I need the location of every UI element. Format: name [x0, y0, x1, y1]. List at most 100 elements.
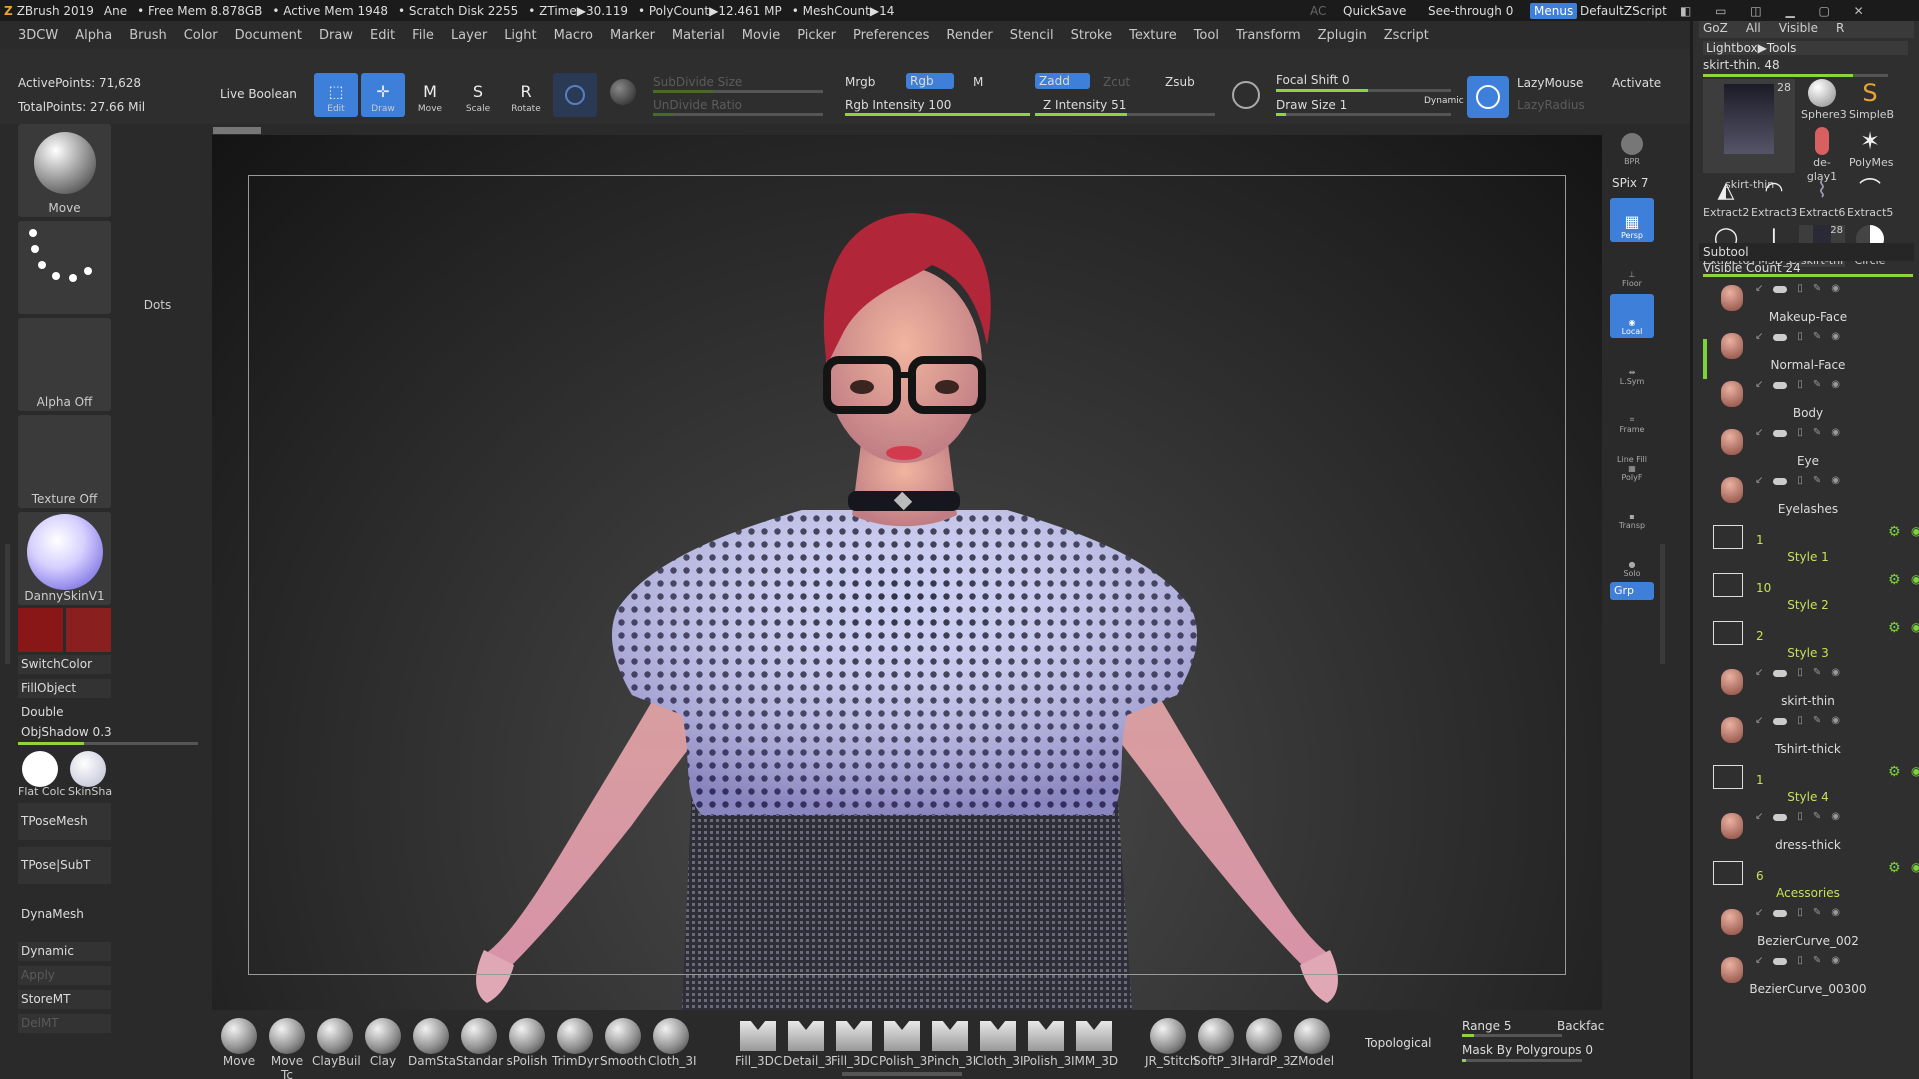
menu-layer[interactable]: Layer: [451, 28, 487, 43]
subtool-row[interactable]: ↙ ▯ ✎ ◉ BezierCurve_00300: [1703, 951, 1913, 999]
quicksave-button[interactable]: QuickSave: [1343, 4, 1406, 18]
subtool-edit-icon[interactable]: ↙: [1755, 475, 1763, 486]
brush-button[interactable]: Fill_3DC: [831, 1018, 878, 1068]
subtool-brush-icon[interactable]: ✎: [1813, 379, 1821, 390]
brush-button[interactable]: Fill_3DC: [735, 1018, 782, 1068]
subtool-row[interactable]: ↙ ▯ ✎ ◉ Makeup-Face: [1703, 279, 1913, 327]
transpose-icon[interactable]: [610, 79, 636, 105]
edit-button[interactable]: ⬚ Edit: [314, 73, 358, 117]
subtool-toggle-icon[interactable]: [1773, 814, 1788, 821]
tool-thumb-skirt-thin[interactable]: 28 skirt-thin: [1703, 79, 1795, 191]
topological-button[interactable]: Topological: [1365, 1036, 1432, 1050]
subtool-toggle-icon[interactable]: [1773, 286, 1788, 293]
current-tool-slider[interactable]: [1703, 74, 1888, 77]
menu-transform[interactable]: Transform: [1236, 28, 1301, 43]
subtool-row[interactable]: 1 ⚙ ◉ Style 1: [1703, 519, 1919, 567]
brush-button[interactable]: Polish_3: [1023, 1018, 1071, 1068]
brush-button[interactable]: SoftP_3I: [1193, 1018, 1241, 1068]
lightbox-tools-button[interactable]: Lightbox▶Tools: [1703, 41, 1908, 55]
seethrough-slider[interactable]: See-through 0: [1428, 4, 1513, 18]
move-button[interactable]: M Move: [408, 73, 452, 117]
subtool-edit-icon[interactable]: ↙: [1755, 667, 1763, 678]
rgb-button[interactable]: Rgb: [906, 73, 954, 89]
tool-thumb-de-glay1[interactable]: de-glay1: [1801, 127, 1843, 183]
subtool-edit-icon[interactable]: ↙: [1755, 379, 1763, 390]
lsym-button[interactable]: ⇹ L.Sym: [1610, 344, 1654, 388]
menu-brush[interactable]: Brush: [129, 28, 167, 43]
subtool-row[interactable]: ↙ ▯ ✎ ◉ Eyelashes: [1703, 471, 1913, 519]
brush-button[interactable]: Standar: [456, 1018, 503, 1068]
subtool-lock-icon[interactable]: ▯: [1797, 475, 1803, 486]
tool-thumb-polymes[interactable]: ✶ PolyMes: [1849, 127, 1894, 169]
dynamic-button[interactable]: Dynamic: [18, 942, 111, 961]
flat-color-material-icon[interactable]: [22, 751, 58, 787]
subtool-lock-icon[interactable]: ▯: [1797, 427, 1803, 438]
draw-size-slider[interactable]: [1276, 113, 1451, 116]
menu-zscript[interactable]: Zscript: [1384, 28, 1429, 43]
subtool-eye-icon[interactable]: ◉: [1831, 811, 1840, 822]
subtool-list-scroll[interactable]: [1703, 339, 1707, 379]
subdivide-size-slider[interactable]: [653, 90, 823, 93]
subtool-header[interactable]: Subtool: [1699, 243, 1914, 261]
subtool-edit-icon[interactable]: ↙: [1755, 427, 1763, 438]
subtool-edit-icon[interactable]: ↙: [1755, 331, 1763, 342]
backface-button[interactable]: Backfac: [1557, 1019, 1604, 1033]
subtool-toggle-icon[interactable]: [1773, 478, 1788, 485]
texture-selector[interactable]: Texture Off: [18, 415, 111, 508]
right-shelf-scroll[interactable]: [1660, 544, 1665, 664]
folder-icon[interactable]: [1713, 765, 1743, 789]
gizmo-button[interactable]: [553, 73, 597, 117]
goz-r-button[interactable]: R: [1836, 21, 1844, 38]
undivide-ratio-slider[interactable]: [653, 113, 823, 116]
subtool-row[interactable]: ↙ ▯ ✎ ◉ Eye: [1703, 423, 1913, 471]
menu-stroke[interactable]: Stroke: [1071, 28, 1112, 43]
menu-color[interactable]: Color: [184, 28, 218, 43]
subtool-row[interactable]: 1 ⚙ ◉ Style 4: [1703, 759, 1919, 807]
scale-button[interactable]: S Scale: [456, 73, 500, 117]
brush-button[interactable]: sPolish: [504, 1018, 550, 1068]
tool-thumb-extract2[interactable]: ◭ Extract2: [1703, 177, 1749, 219]
menu-preferences[interactable]: Preferences: [853, 28, 929, 43]
goz-all-button[interactable]: All: [1746, 21, 1761, 38]
subtool-lock-icon[interactable]: ▯: [1797, 811, 1803, 822]
subtool-toggle-icon[interactable]: [1773, 718, 1788, 725]
subtool-row[interactable]: 6 ⚙ ◉ Acessories: [1703, 855, 1919, 903]
activate-button[interactable]: Activate: [1612, 76, 1661, 90]
apply-button[interactable]: Apply: [18, 966, 111, 985]
rotate-button[interactable]: R Rotate: [504, 73, 548, 117]
focal-shift-slider[interactable]: [1276, 89, 1451, 92]
brush-selector[interactable]: Move: [18, 124, 111, 217]
folder-visibility-icon[interactable]: ◉: [1911, 764, 1919, 778]
objshadow-slider[interactable]: [18, 742, 198, 745]
subtool-edit-icon[interactable]: ↙: [1755, 811, 1763, 822]
left-tray-scroll[interactable]: [5, 544, 10, 664]
solo-button[interactable]: ● Solo: [1610, 536, 1654, 580]
subtool-eye-icon[interactable]: ◉: [1831, 475, 1840, 486]
bpr-button[interactable]: BPR: [1610, 124, 1654, 168]
brush-button[interactable]: Clay: [360, 1018, 406, 1068]
visible-count-slider[interactable]: [1703, 274, 1913, 277]
storemt-button[interactable]: StoreMT: [18, 990, 111, 1009]
folder-icon[interactable]: [1713, 525, 1743, 549]
main-color-swatch[interactable]: [18, 608, 63, 652]
menu-tool[interactable]: Tool: [1194, 28, 1219, 43]
subtool-eye-icon[interactable]: ◉: [1831, 427, 1840, 438]
brush-button[interactable]: TrimDyr: [552, 1018, 599, 1068]
subtool-brush-icon[interactable]: ✎: [1813, 811, 1821, 822]
folder-icon[interactable]: [1713, 621, 1743, 645]
subtool-brush-icon[interactable]: ✎: [1813, 427, 1821, 438]
menu-zplugin[interactable]: Zplugin: [1318, 28, 1367, 43]
subtool-toggle-icon[interactable]: [1773, 670, 1788, 677]
current-tool-label[interactable]: skirt-thin. 48: [1703, 58, 1780, 72]
range-slider[interactable]: [1462, 1034, 1562, 1037]
tool-thumb-sphere3[interactable]: Sphere3: [1801, 79, 1847, 121]
material-selector[interactable]: DannySkinV1: [18, 512, 111, 605]
subtool-lock-icon[interactable]: ▯: [1797, 955, 1803, 966]
local-button[interactable]: ◉ Local: [1610, 294, 1654, 338]
subtool-toggle-icon[interactable]: [1773, 958, 1788, 965]
zsub-button[interactable]: Zsub: [1165, 75, 1195, 89]
subtool-row[interactable]: ↙ ▯ ✎ ◉ skirt-thin: [1703, 663, 1913, 711]
menu-material[interactable]: Material: [672, 28, 725, 43]
switchcolor-button[interactable]: SwitchColor: [18, 655, 111, 674]
folder-gear-icon[interactable]: ⚙: [1888, 764, 1901, 780]
